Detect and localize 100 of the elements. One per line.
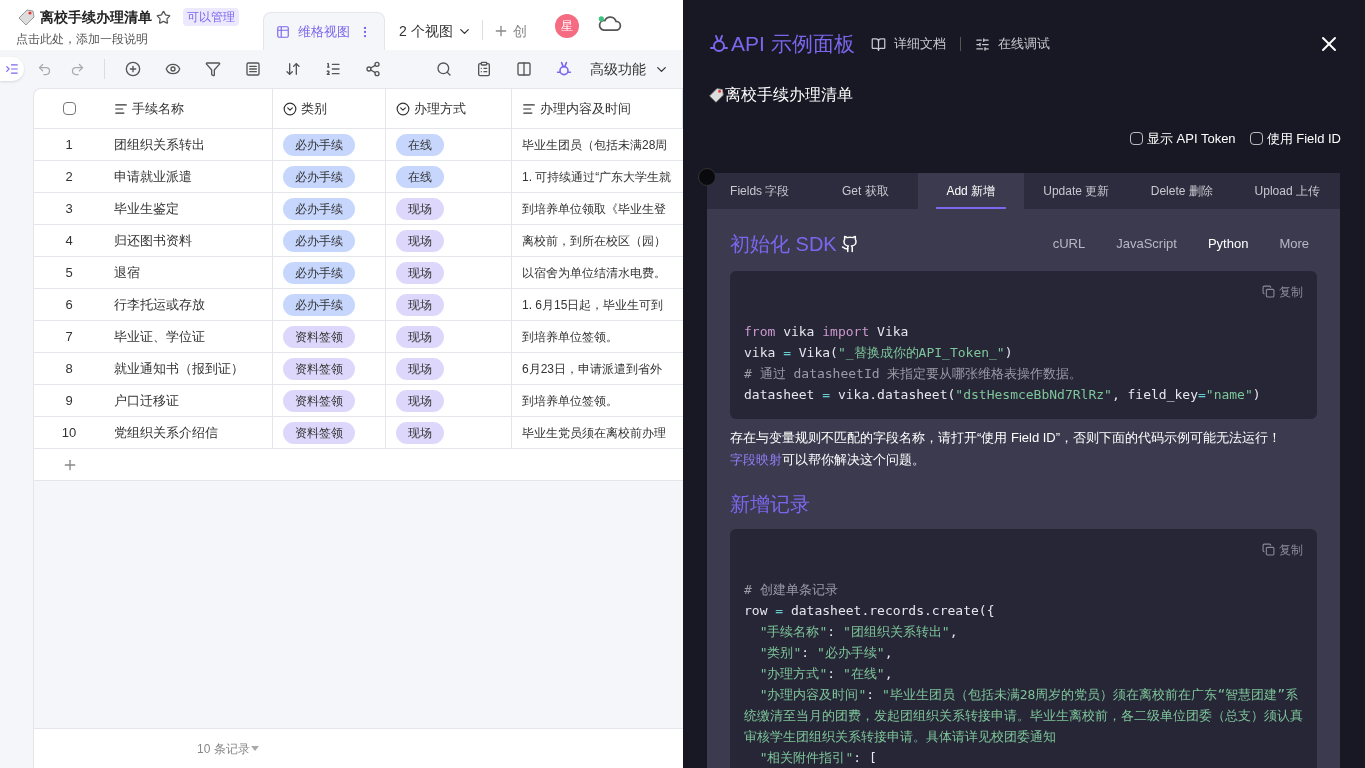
- language-tab[interactable]: More: [1279, 233, 1309, 254]
- language-tab[interactable]: Python: [1207, 233, 1249, 254]
- tab[interactable]: Get 获取: [812, 172, 918, 209]
- column-header[interactable]: 类别: [273, 89, 386, 128]
- views-dropdown[interactable]: 2 个视图: [399, 12, 472, 50]
- table-cell-text: 到培养单位领取《毕业生登: [522, 200, 666, 218]
- row-number: 5: [64, 263, 74, 282]
- tag-icon: [707, 86, 725, 104]
- code-line: "办理方式": "在线",: [758, 664, 894, 683]
- tag-icon: [16, 7, 36, 27]
- method-tag: 现场: [396, 389, 444, 412]
- tab[interactable]: Delete 删除: [1129, 172, 1235, 209]
- table-cell-text: 离校前，到所在校区（园）: [522, 232, 666, 250]
- book-icon: [870, 36, 886, 52]
- text-field-icon: [114, 101, 128, 116]
- eye-icon[interactable]: [165, 61, 181, 77]
- tab[interactable]: Add 新增: [918, 172, 1024, 209]
- category-tag: 必办手续: [283, 261, 355, 284]
- code-line: # 通过 datasheetId 来指定要从哪张维格表操作数据。: [744, 364, 1084, 383]
- github-icon[interactable]: [840, 234, 859, 253]
- share-icon[interactable]: [365, 61, 381, 77]
- method-tag: 现场: [396, 197, 444, 220]
- row-number: 3: [64, 199, 74, 218]
- code-line: "办理内容及时间": "毕业生团员（包括未满28周岁的党员）须在离校前在广东“智慧团建”系统缴清至当月的团费，发起团组织关系转接申请。毕业生离校前，各二级单位团委（总支）须认真审核学生团组织关系转接申请。具体请详见校团委通知: [744, 685, 1303, 746]
- table-cell-text: 毕业生团员（包括未满28周: [522, 136, 668, 154]
- category-tag: 资料签领: [283, 325, 355, 348]
- category-tag: 必办手续: [283, 197, 355, 220]
- code-line: vika = Vika("_替换成你的API_Token_"): [744, 343, 1014, 362]
- drag-handle[interactable]: [698, 168, 716, 186]
- sheet-description[interactable]: 点击此处，添加一段说明: [16, 29, 239, 48]
- table-cell: 就业通知书（报到证）: [104, 353, 273, 384]
- filter-icon[interactable]: [205, 61, 221, 77]
- category-tag: 必办手续: [283, 133, 355, 156]
- create-view-button[interactable]: 创: [492, 12, 527, 50]
- sort-icon[interactable]: [285, 61, 301, 77]
- table-cell-text: 1. 可持续通过“广东大学生就: [522, 168, 672, 186]
- row-number: 8: [64, 359, 74, 378]
- row-number: 9: [64, 391, 74, 410]
- table-cell: 党组织关系介绍信: [104, 417, 273, 448]
- table-cell: 毕业生鉴定: [104, 193, 273, 224]
- category-tag: 资料签领: [283, 389, 355, 412]
- cloud-icon: [596, 14, 623, 34]
- method-tag: 现场: [396, 229, 444, 252]
- field-name-notice: 存在与变量规则不匹配的字段名称，请打开“使用 Field ID”，否则下面的代码示例可能无法运行！ 字段映射可以帮你解决这个问题。: [730, 428, 1283, 469]
- advanced-features-dropdown[interactable]: 高级功能: [590, 58, 669, 80]
- record-count-dropdown[interactable]: 10 条记录: [197, 739, 259, 758]
- section-heading: 初始化 SDK: [730, 231, 837, 257]
- method-tag: 现场: [396, 261, 444, 284]
- add-circle-icon[interactable]: [125, 61, 141, 77]
- column-header[interactable]: 手续名称: [104, 89, 273, 128]
- clipboard-icon[interactable]: [476, 61, 492, 77]
- tab[interactable]: Upload 上传: [1234, 172, 1340, 209]
- search-icon[interactable]: [436, 61, 452, 77]
- code-line: # 创建单条记录: [744, 580, 839, 599]
- code-line: "手续名称": "团组织关系转出",: [758, 622, 959, 641]
- copy-button[interactable]: 复制: [1262, 282, 1303, 301]
- row-number: 1: [64, 135, 74, 154]
- language-tab[interactable]: JavaScript: [1116, 233, 1177, 254]
- docs-link[interactable]: 详细文档: [870, 34, 946, 54]
- checkbox-label: 显示 API Token: [1146, 130, 1236, 148]
- section-heading: 新增记录: [730, 491, 811, 517]
- single-select-icon: [396, 101, 410, 116]
- table-cell: 户口迁移证: [104, 385, 273, 416]
- category-tag: 必办手续: [283, 293, 355, 316]
- menu-icon: [5, 62, 19, 76]
- online-debug-link[interactable]: 在线调试: [974, 34, 1050, 54]
- view-tab[interactable]: 维格视图: [263, 12, 385, 50]
- code-line: "相关附件指引": [: [758, 748, 878, 767]
- single-select-icon: [283, 101, 297, 116]
- table-cell-text: 1. 6月15日起，毕业生可到: [522, 296, 664, 314]
- sidebar-toggle[interactable]: [0, 57, 24, 81]
- copy-icon: [1262, 285, 1275, 298]
- checkbox[interactable]: [1129, 132, 1143, 146]
- method-tag: 现场: [396, 357, 444, 380]
- tab[interactable]: Update 更新: [1023, 172, 1129, 209]
- row-height-icon[interactable]: [325, 61, 341, 77]
- copy-button[interactable]: 复制: [1262, 540, 1303, 559]
- row-number: 7: [64, 327, 74, 346]
- text-field-icon: [522, 101, 536, 116]
- list-icon[interactable]: [245, 61, 261, 77]
- method-tag: 在线: [396, 133, 444, 156]
- select-all-checkbox[interactable]: [62, 102, 76, 115]
- language-tab[interactable]: cURL: [1052, 233, 1086, 254]
- table-cell: 归还图书资料: [104, 225, 273, 256]
- grid-icon: [276, 24, 290, 39]
- checkbox-label: 使用 Field ID: [1266, 130, 1341, 148]
- caret-icon: [250, 746, 259, 751]
- field-mapping-link[interactable]: 字段映射: [730, 451, 782, 467]
- method-tag: 现场: [396, 325, 444, 348]
- row-number: 6: [64, 295, 74, 314]
- sheet-title: 离校手续办理清单: [40, 7, 152, 27]
- sliders-icon: [974, 36, 990, 52]
- table-cell: 申请就业派遣: [104, 161, 273, 192]
- permission-badge: 可以管理: [183, 8, 239, 26]
- column-header[interactable]: 办理方式: [386, 89, 512, 128]
- star-icon[interactable]: [156, 9, 171, 25]
- table-cell: 退宿: [104, 257, 273, 288]
- tab[interactable]: Fields 字段: [707, 172, 813, 209]
- columns-icon[interactable]: [516, 61, 532, 77]
- checkbox[interactable]: [1249, 132, 1263, 146]
